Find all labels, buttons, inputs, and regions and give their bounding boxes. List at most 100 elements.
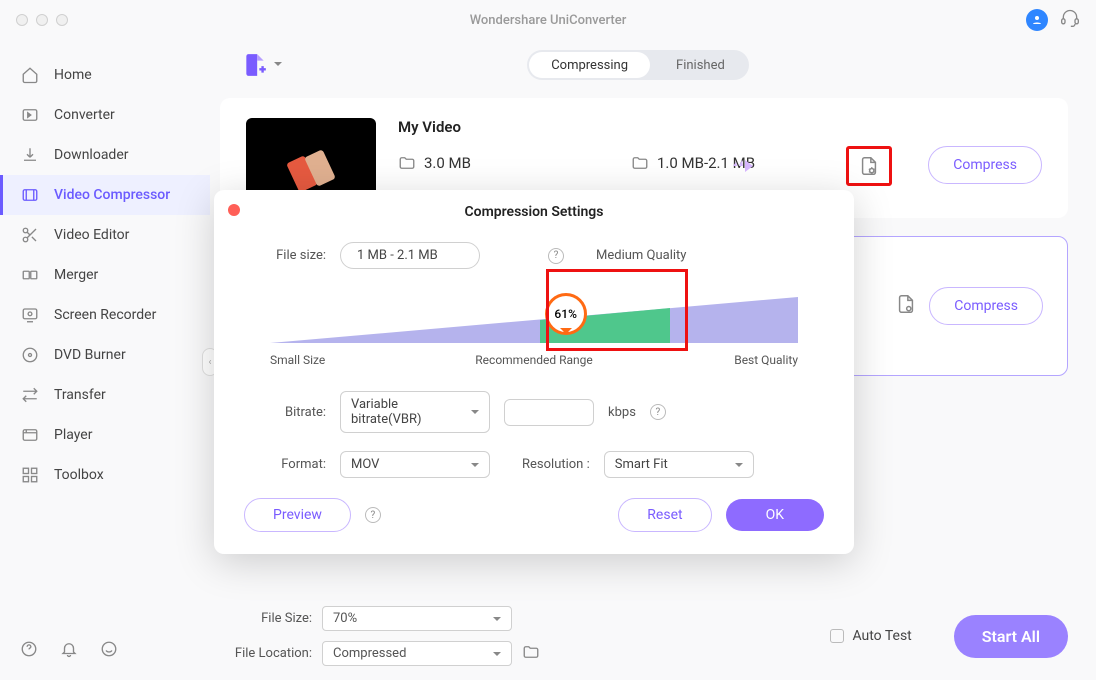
tab-finished[interactable]: Finished — [652, 50, 749, 80]
file-location-label: File Location: — [230, 646, 312, 661]
chevron-down-icon — [493, 617, 501, 625]
titlebar: Wondershare UniConverter — [0, 0, 1096, 40]
sidebar-item-merger[interactable]: Merger — [0, 255, 210, 295]
home-icon — [20, 65, 40, 85]
highlight-annotation — [546, 269, 688, 351]
help-icon[interactable]: ? — [650, 404, 666, 420]
sidebar-item-label: Video Editor — [54, 227, 129, 243]
file-size-value[interactable]: 1 MB - 2.1 MB — [340, 242, 480, 269]
merger-icon — [20, 265, 40, 285]
slider-label-best: Best Quality — [734, 353, 798, 367]
compress-button[interactable]: Compress — [929, 287, 1043, 325]
window-close-icon[interactable] — [16, 14, 28, 26]
auto-test-checkbox[interactable]: Auto Test — [830, 628, 911, 644]
source-size: 3.0 MB — [398, 154, 471, 172]
chevron-down-icon — [735, 463, 743, 471]
page-gear-icon — [895, 293, 917, 315]
traffic-lights — [16, 14, 68, 26]
sidebar-item-label: Screen Recorder — [54, 307, 156, 323]
sidebar-item-screen-recorder[interactable]: Screen Recorder — [0, 295, 210, 335]
sidebar-item-label: Downloader — [54, 147, 129, 163]
page-gear-icon — [858, 155, 880, 177]
slider-track — [270, 293, 798, 343]
browse-folder-icon[interactable] — [522, 643, 540, 665]
format-select[interactable]: MOV — [340, 451, 490, 478]
download-icon — [20, 145, 40, 165]
compress-button[interactable]: Compress — [928, 146, 1042, 184]
sidebar-item-label: Converter — [54, 107, 115, 123]
resolution-select[interactable]: Smart Fit — [604, 451, 754, 478]
window-zoom-icon[interactable] — [56, 14, 68, 26]
checkbox-icon — [830, 629, 844, 643]
slider-label-small: Small Size — [270, 353, 325, 367]
sidebar-item-label: Transfer — [54, 387, 106, 403]
sidebar-item-transfer[interactable]: Transfer — [0, 375, 210, 415]
file-size-label: File size: — [254, 248, 326, 263]
file-size-select[interactable]: 70% — [322, 606, 512, 631]
format-label: Format: — [254, 457, 326, 472]
sidebar-item-video-editor[interactable]: Video Editor — [0, 215, 210, 255]
app-title: Wondershare UniConverter — [470, 13, 627, 28]
toolbox-icon — [20, 465, 40, 485]
quality-slider[interactable]: 61% Small Size Recommended Range Best Qu… — [270, 287, 798, 357]
bitrate-select[interactable]: Variable bitrate(VBR) — [340, 391, 490, 433]
video-thumbnail — [246, 118, 376, 198]
ok-button[interactable]: OK — [726, 499, 824, 531]
settings-button[interactable] — [895, 293, 917, 319]
bitrate-unit: kbps — [608, 405, 636, 420]
bitrate-input[interactable] — [504, 399, 594, 426]
tab-segment: Compressing Finished — [527, 50, 749, 80]
slider-label-recommended: Recommended Range — [475, 353, 592, 367]
sidebar-item-label: Video Compressor — [54, 187, 170, 203]
resolution-label: Resolution : — [522, 457, 590, 472]
help-icon[interactable] — [20, 640, 38, 662]
sidebar-item-converter[interactable]: Converter — [0, 95, 210, 135]
sidebar-item-toolbox[interactable]: Toolbox — [0, 455, 210, 495]
preview-button[interactable]: Preview — [244, 498, 351, 532]
emoji-icon[interactable] — [100, 640, 118, 662]
bottom-bar: File Size: 70% File Location: Compressed… — [230, 606, 1068, 666]
sidebar-item-home[interactable]: Home — [0, 55, 210, 95]
help-icon[interactable]: ? — [365, 507, 381, 523]
account-avatar-icon[interactable] — [1026, 9, 1048, 31]
arrow-right-icon — [730, 156, 756, 180]
bitrate-label: Bitrate: — [254, 405, 326, 420]
sidebar-item-dvd-burner[interactable]: DVD Burner — [0, 335, 210, 375]
chevron-down-icon — [471, 463, 479, 471]
support-headset-icon[interactable] — [1060, 8, 1080, 32]
sidebar-item-label: Merger — [54, 267, 98, 283]
screen-recorder-icon — [20, 305, 40, 325]
start-all-button[interactable]: Start All — [954, 615, 1068, 658]
sidebar-item-label: Toolbox — [54, 467, 104, 483]
file-size-label: File Size: — [230, 611, 312, 626]
sidebar-item-label: Home — [54, 67, 92, 83]
scissors-icon — [20, 225, 40, 245]
folder-icon — [631, 154, 649, 172]
modal-title: Compression Settings — [244, 204, 824, 220]
converter-icon — [20, 105, 40, 125]
compression-settings-modal: Compression Settings File size: 1 MB - 2… — [214, 190, 854, 554]
quality-text: Medium Quality — [596, 248, 686, 263]
chevron-down-icon — [471, 410, 479, 418]
settings-button-highlighted[interactable] — [846, 146, 892, 186]
folder-icon — [398, 154, 416, 172]
file-location-select[interactable]: Compressed — [322, 641, 512, 666]
help-icon[interactable]: ? — [548, 248, 564, 264]
add-file-button[interactable] — [242, 52, 268, 78]
dvd-icon — [20, 345, 40, 365]
chevron-down-icon — [493, 652, 501, 660]
modal-close-icon[interactable] — [228, 204, 240, 216]
window-minimize-icon[interactable] — [36, 14, 48, 26]
compressor-icon — [20, 185, 40, 205]
video-title: My Video — [398, 118, 1042, 136]
bell-icon[interactable] — [60, 640, 78, 662]
reset-button[interactable]: Reset — [618, 498, 711, 532]
sidebar-item-label: Player — [54, 427, 92, 443]
sidebar-item-player[interactable]: Player — [0, 415, 210, 455]
tab-compressing[interactable]: Compressing — [529, 52, 650, 78]
sidebar-item-video-compressor[interactable]: Video Compressor — [0, 175, 210, 215]
sidebar: Home Converter Downloader Video Compress… — [0, 40, 210, 680]
transfer-icon — [20, 385, 40, 405]
player-icon — [20, 425, 40, 445]
sidebar-item-downloader[interactable]: Downloader — [0, 135, 210, 175]
